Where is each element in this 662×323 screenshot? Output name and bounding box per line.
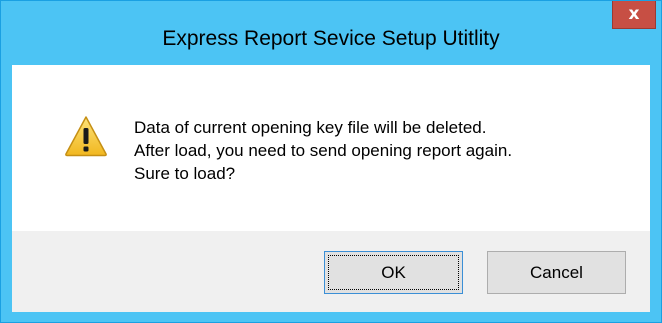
window-title: Express Report Sevice Setup Utitlity <box>162 27 500 50</box>
focus-rectangle <box>328 255 459 290</box>
message-line: Data of current opening key file will be… <box>134 118 487 137</box>
message-line: After load, you need to send opening rep… <box>134 141 513 160</box>
cancel-button-label: Cancel <box>530 263 583 282</box>
ok-button[interactable]: OK <box>324 251 463 294</box>
warning-icon <box>65 116 107 157</box>
close-button[interactable]: x <box>612 1 656 29</box>
message-area: Data of current opening key file will be… <box>12 65 650 231</box>
message-dialog: Express Report Sevice Setup Utitlity x D… <box>0 0 662 323</box>
close-icon: x <box>628 4 640 24</box>
cancel-button[interactable]: Cancel <box>487 251 626 294</box>
message-text: Data of current opening key file will be… <box>134 116 512 185</box>
button-bar: OK Cancel <box>12 231 650 312</box>
message-line: Sure to load? <box>134 164 236 183</box>
